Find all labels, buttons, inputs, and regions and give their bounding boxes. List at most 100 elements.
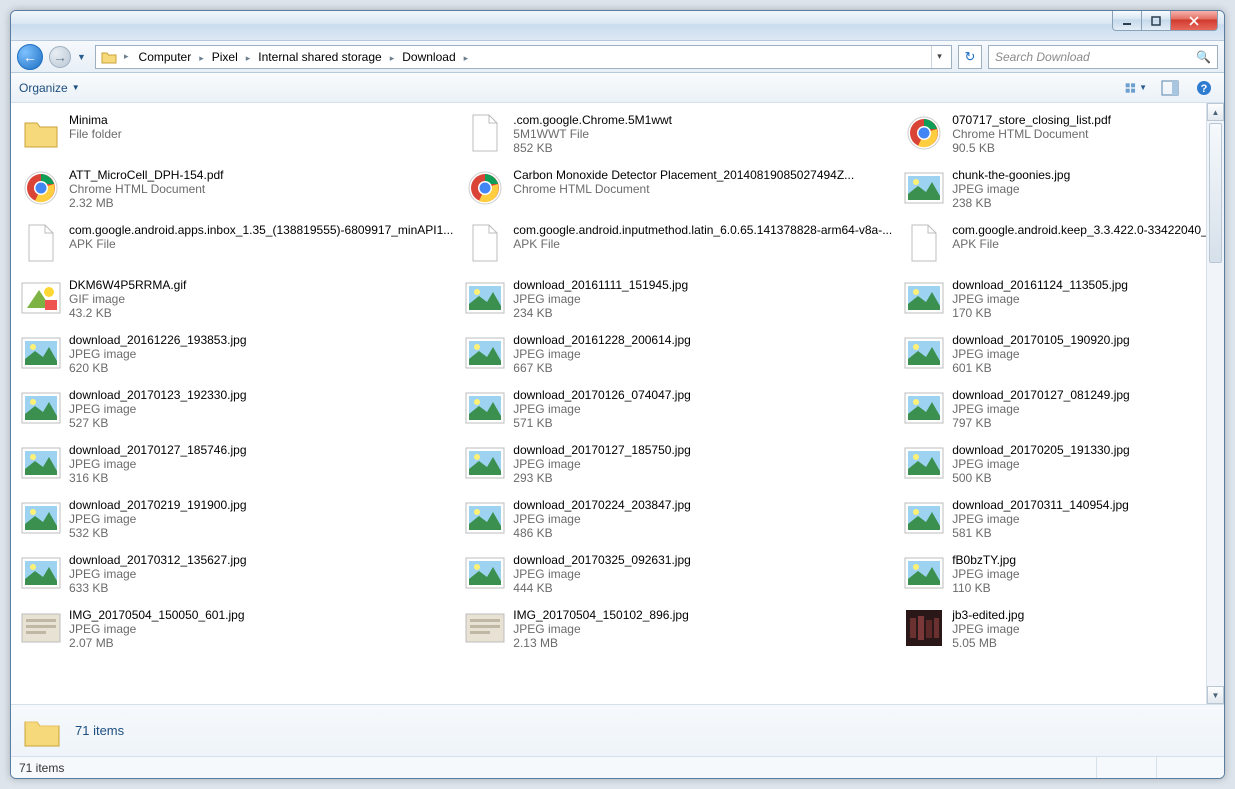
file-item[interactable]: MinimaFile folder [15, 109, 459, 164]
file-item[interactable]: chunk-the-goonies.jpgJPEG image238 KB [898, 164, 1206, 219]
chevron-right-icon[interactable]: ▸ [242, 53, 255, 63]
file-icon [21, 553, 61, 593]
file-item[interactable]: com.google.android.inputmethod.latin_6.0… [459, 219, 898, 274]
chevron-right-icon[interactable]: ▸ [120, 51, 133, 62]
file-icon [465, 113, 505, 153]
scrollbar[interactable]: ▲ ▼ [1206, 103, 1224, 704]
file-name: com.google.android.inputmethod.latin_6.0… [513, 223, 892, 237]
file-meta: .com.google.Chrome.5M1wwt5M1WWT File852 … [513, 113, 892, 155]
file-item[interactable]: download_20170123_192330.jpgJPEG image52… [15, 384, 459, 439]
file-item[interactable]: fB0bzTY.jpgJPEG image110 KB [898, 549, 1206, 604]
file-size: 90.5 KB [952, 141, 1206, 155]
breadcrumb[interactable]: ▸ Computer▸Pixel▸Internal shared storage… [95, 45, 952, 69]
organize-label: Organize [19, 81, 68, 95]
scroll-down-button[interactable]: ▼ [1207, 686, 1224, 704]
file-type: APK File [513, 237, 892, 251]
file-item[interactable]: download_20170127_081249.jpgJPEG image79… [898, 384, 1206, 439]
file-meta: com.google.android.inputmethod.latin_6.0… [513, 223, 892, 251]
path-folder-icon [100, 48, 118, 66]
file-type: JPEG image [69, 402, 453, 416]
file-size: 238 KB [952, 196, 1206, 210]
file-name: .com.google.Chrome.5M1wwt [513, 113, 892, 127]
refresh-button[interactable]: ↻ [958, 45, 982, 69]
file-item[interactable]: com.google.android.keep_3.3.422.0-334220… [898, 219, 1206, 274]
file-type: APK File [69, 237, 453, 251]
file-item[interactable]: ATT_MicroCell_DPH-154.pdfChrome HTML Doc… [15, 164, 459, 219]
breadcrumb-item[interactable]: Pixel [208, 50, 242, 64]
file-meta: download_20170127_185746.jpgJPEG image31… [69, 443, 453, 485]
file-type: JPEG image [952, 292, 1206, 306]
minimize-button[interactable] [1112, 11, 1142, 31]
scroll-track[interactable] [1207, 121, 1224, 686]
file-item[interactable]: download_20170219_191900.jpgJPEG image53… [15, 494, 459, 549]
file-icon [21, 443, 61, 483]
file-type: GIF image [69, 292, 453, 306]
breadcrumb-item[interactable]: Computer [135, 50, 196, 64]
forward-button[interactable]: → [49, 46, 71, 68]
content-area: MinimaFile folder .com.google.Chrome.5M1w… [11, 103, 1224, 704]
file-type: JPEG image [513, 347, 892, 361]
view-options-button[interactable]: ▼ [1124, 77, 1148, 99]
file-meta: IMG_20170504_150102_896.jpgJPEG image2.1… [513, 608, 892, 650]
file-type: JPEG image [952, 622, 1206, 636]
file-item[interactable]: .com.google.Chrome.5M1wwt5M1WWT File852 … [459, 109, 898, 164]
preview-pane-button[interactable] [1158, 77, 1182, 99]
file-size: 170 KB [952, 306, 1206, 320]
chevron-right-icon[interactable]: ▸ [386, 53, 399, 63]
close-button[interactable] [1170, 11, 1218, 31]
file-item[interactable]: download_20170312_135627.jpgJPEG image63… [15, 549, 459, 604]
search-input[interactable]: Search Download 🔍 [988, 45, 1218, 69]
file-name: download_20170311_140954.jpg [952, 498, 1206, 512]
titlebar[interactable] [11, 11, 1224, 41]
file-item[interactable]: jb3-edited.jpgJPEG image5.05 MB [898, 604, 1206, 659]
file-icon [465, 498, 505, 538]
file-meta: IMG_20170504_150050_601.jpgJPEG image2.0… [69, 608, 453, 650]
file-item[interactable]: com.google.android.apps.inbox_1.35_(1388… [15, 219, 459, 274]
file-item[interactable]: download_20161111_151945.jpgJPEG image23… [459, 274, 898, 329]
file-list[interactable]: MinimaFile folder .com.google.Chrome.5M1w… [11, 103, 1206, 704]
file-meta: download_20170325_092631.jpgJPEG image44… [513, 553, 892, 595]
file-item[interactable]: download_20170127_185750.jpgJPEG image29… [459, 439, 898, 494]
breadcrumb-item[interactable]: Download [398, 50, 459, 64]
scroll-thumb[interactable] [1209, 123, 1222, 263]
maximize-button[interactable] [1141, 11, 1171, 31]
file-item[interactable]: download_20161226_193853.jpgJPEG image62… [15, 329, 459, 384]
file-meta: download_20170105_190920.jpgJPEG image60… [952, 333, 1206, 375]
file-name: download_20161228_200614.jpg [513, 333, 892, 347]
chevron-right-icon[interactable]: ▸ [195, 53, 208, 63]
file-meta: download_20161226_193853.jpgJPEG image62… [69, 333, 453, 375]
file-icon [465, 278, 505, 318]
scroll-up-button[interactable]: ▲ [1207, 103, 1224, 121]
path-dropdown-button[interactable]: ▾ [931, 46, 947, 68]
file-item[interactable]: download_20170224_203847.jpgJPEG image48… [459, 494, 898, 549]
help-button[interactable]: ? [1192, 77, 1216, 99]
file-item[interactable]: download_20170311_140954.jpgJPEG image58… [898, 494, 1206, 549]
file-item[interactable]: IMG_20170504_150050_601.jpgJPEG image2.0… [15, 604, 459, 659]
chevron-right-icon[interactable]: ▸ [460, 53, 473, 63]
details-folder-icon [21, 710, 63, 752]
file-item[interactable]: 070717_store_closing_list.pdfChrome HTML… [898, 109, 1206, 164]
file-item[interactable]: download_20170205_191330.jpgJPEG image50… [898, 439, 1206, 494]
organize-menu[interactable]: Organize ▼ [19, 81, 80, 95]
file-item[interactable]: download_20170126_074047.jpgJPEG image57… [459, 384, 898, 439]
file-item[interactable]: download_20170105_190920.jpgJPEG image60… [898, 329, 1206, 384]
file-item[interactable]: download_20170325_092631.jpgJPEG image44… [459, 549, 898, 604]
file-type: JPEG image [513, 567, 892, 581]
file-icon [904, 608, 944, 648]
nav-history-dropdown[interactable]: ▼ [77, 52, 89, 62]
file-item[interactable]: download_20170127_185746.jpgJPEG image31… [15, 439, 459, 494]
file-item[interactable]: IMG_20170504_150102_896.jpgJPEG image2.1… [459, 604, 898, 659]
file-size: 581 KB [952, 526, 1206, 540]
file-size: 601 KB [952, 361, 1206, 375]
file-size: 2.07 MB [69, 636, 453, 650]
file-meta: download_20170219_191900.jpgJPEG image53… [69, 498, 453, 540]
file-item[interactable]: Carbon Monoxide Detector Placement_20140… [459, 164, 898, 219]
file-icon [904, 223, 944, 263]
breadcrumb-item[interactable]: Internal shared storage [254, 50, 385, 64]
file-item[interactable]: download_20161124_113505.jpgJPEG image17… [898, 274, 1206, 329]
back-button[interactable]: ← [17, 44, 43, 70]
file-item[interactable]: download_20161228_200614.jpgJPEG image66… [459, 329, 898, 384]
file-meta: download_20161111_151945.jpgJPEG image23… [513, 278, 892, 320]
file-item[interactable]: DKM6W4P5RRMA.gifGIF image43.2 KB [15, 274, 459, 329]
file-size: 293 KB [513, 471, 892, 485]
